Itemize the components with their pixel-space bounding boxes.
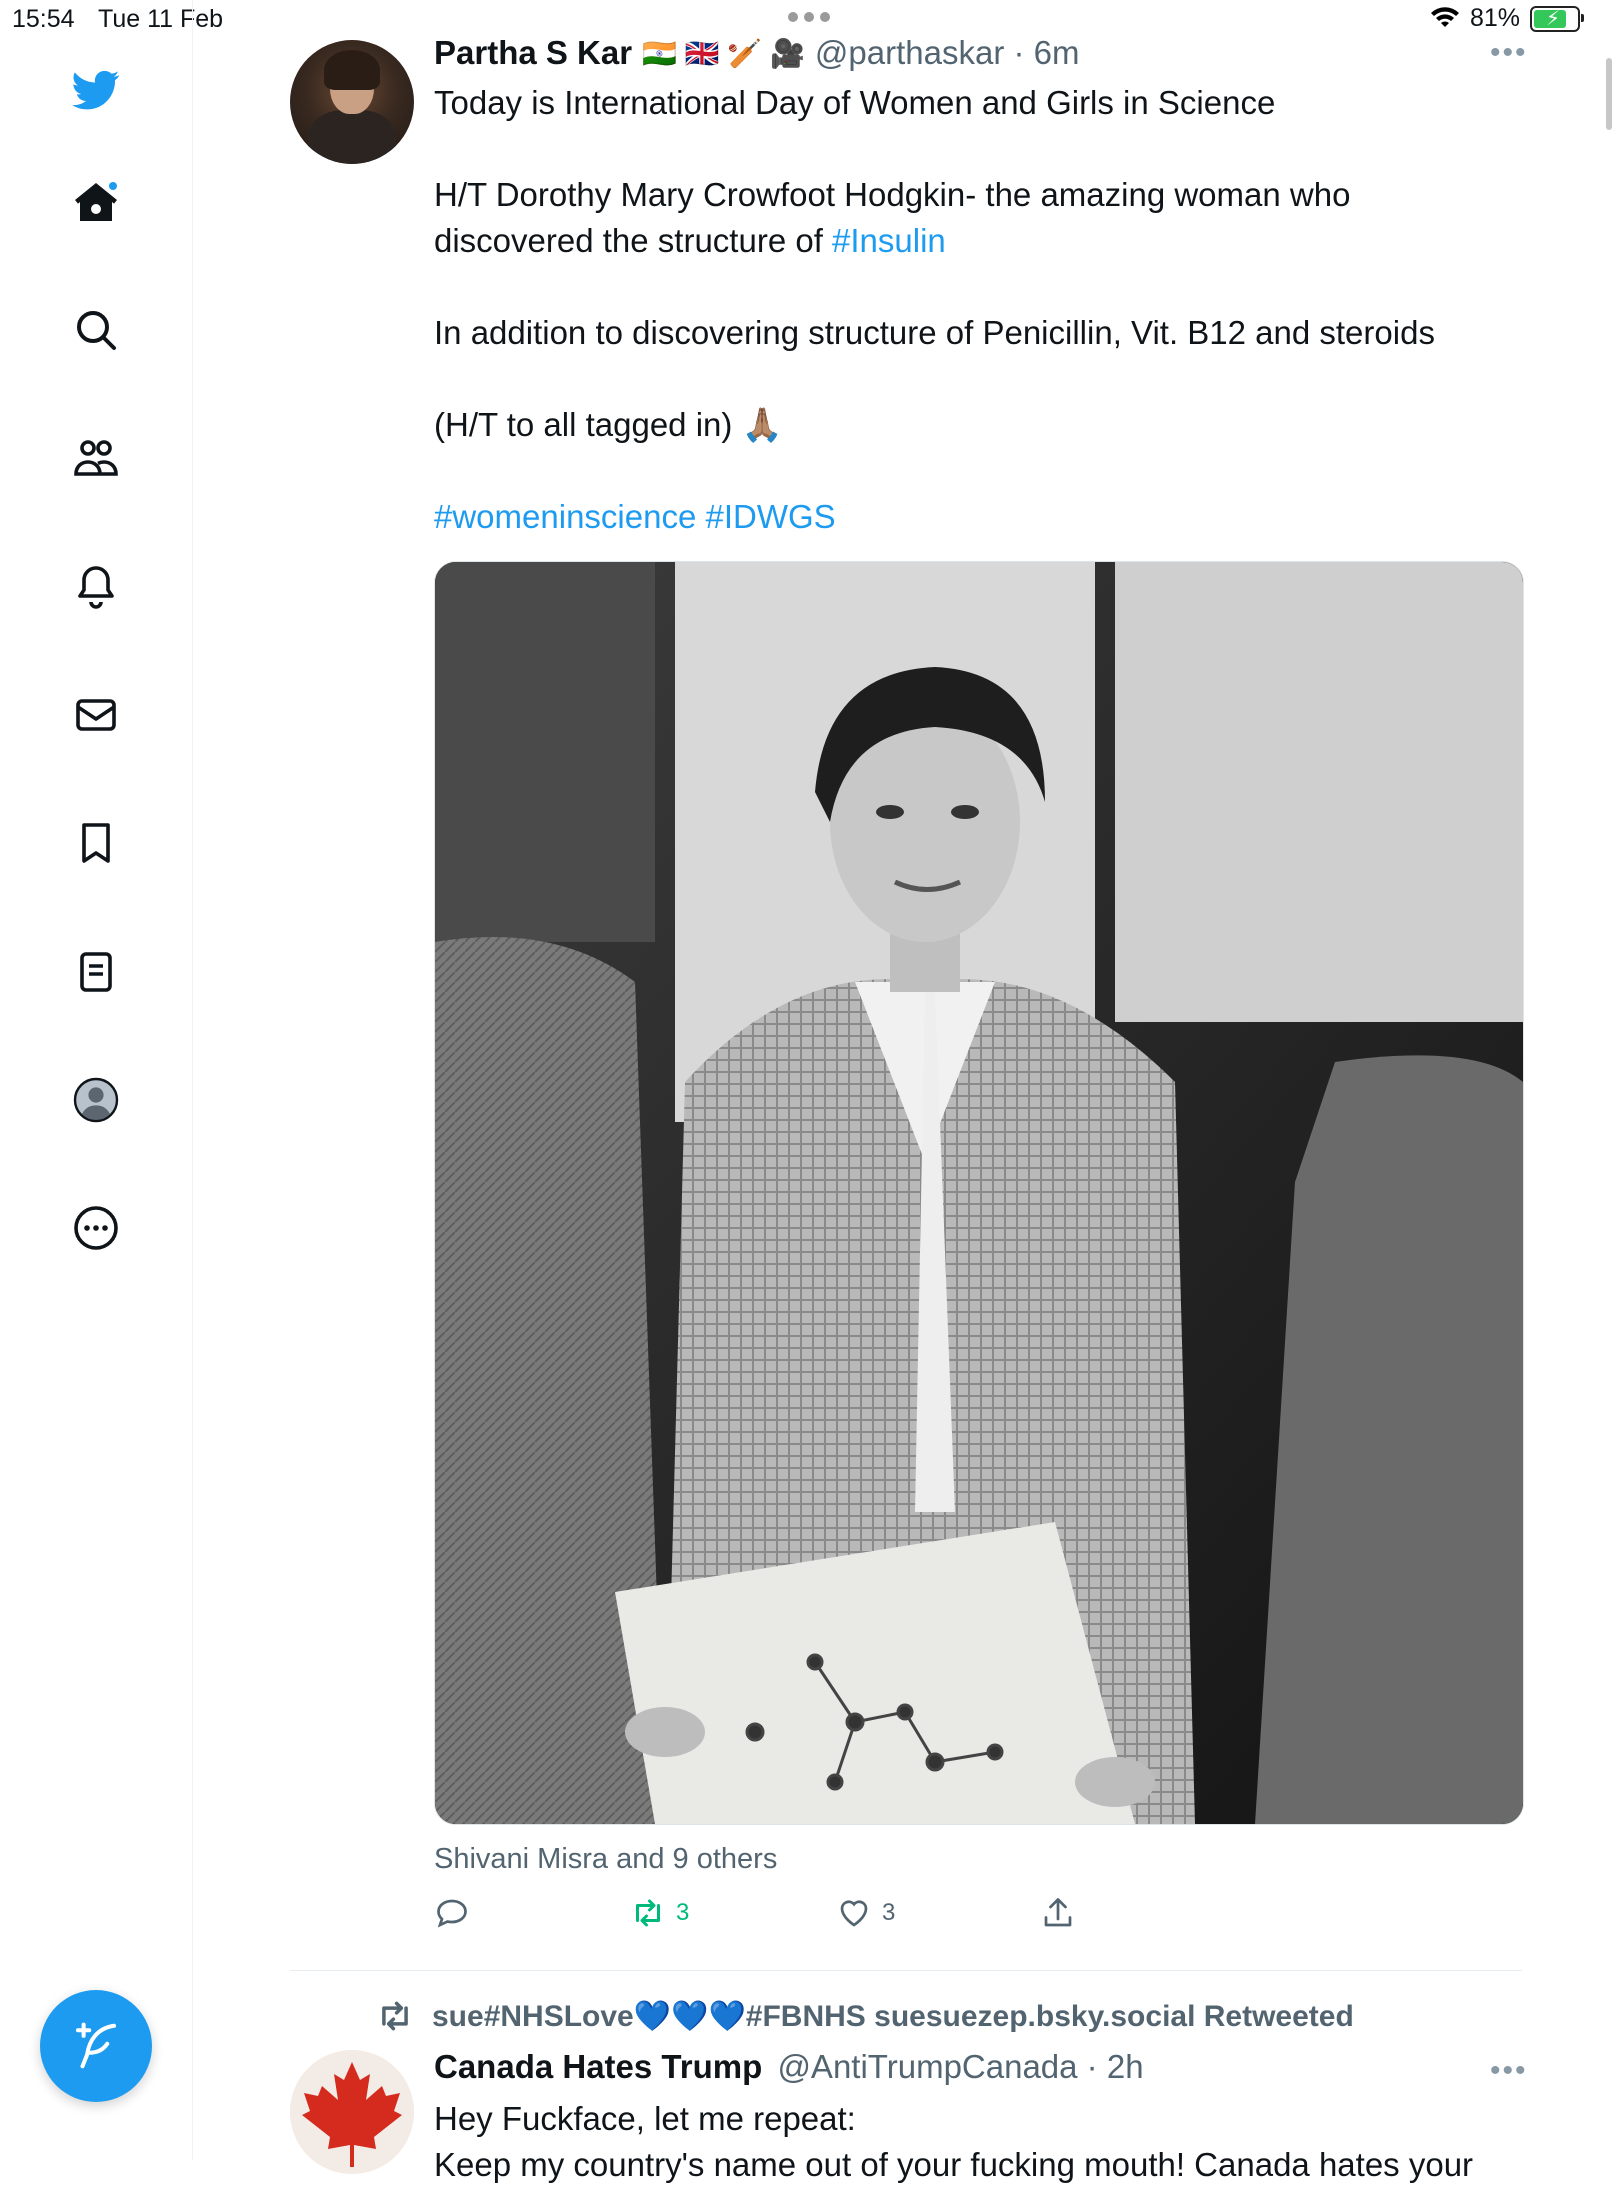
author-name[interactable]: Partha S Kar (434, 34, 632, 72)
compose-tweet-button[interactable] (40, 1990, 152, 2102)
author-emojis: 🇮🇳 🇬🇧 🏏 🎥 (642, 37, 805, 69)
maple-leaf-icon (290, 2050, 414, 2174)
retweet-count: 3 (676, 1899, 690, 1926)
sidebar-nav (0, 0, 193, 2160)
tweet-text: Today is International Day of Women and … (434, 80, 1514, 586)
multitasking-dots[interactable] (788, 12, 830, 22)
next-author-avatar[interactable] (290, 2050, 414, 2174)
next-tweet-line-1: Hey Fuckface, let me repeat: (434, 2100, 856, 2137)
like-button[interactable]: 3 (836, 1895, 895, 1931)
profile-icon[interactable] (68, 1072, 124, 1128)
battery-percent: 81% (1469, 4, 1520, 32)
wifi-icon (1430, 6, 1459, 27)
tweet-line-1: Today is International Day of Women and … (434, 84, 1276, 121)
next-tweet-more-button[interactable]: ••• (1490, 2054, 1528, 2088)
messages-icon[interactable] (68, 687, 124, 743)
next-author-handle-time[interactable]: @AntiTrumpCanada · 2h (777, 2048, 1143, 2085)
liked-by-text[interactable]: Shivani Misra and 9 others (434, 1843, 777, 1876)
heart-icon (840, 1900, 868, 1927)
tweet-photo[interactable] (434, 561, 1524, 1825)
next-tweet-line-2: Keep my country's name out of your fucki… (434, 2146, 1474, 2183)
search-icon[interactable] (68, 302, 124, 358)
hashtag-link[interactable]: #Insulin (832, 222, 946, 259)
next-tweet-header: Canada Hates Trump @AntiTrumpCanada · 2h (434, 2048, 1144, 2086)
share-icon (1044, 1898, 1072, 1927)
notifications-icon[interactable] (68, 558, 124, 614)
communities-icon[interactable] (68, 430, 124, 486)
lists-icon[interactable] (68, 944, 124, 1000)
next-author-name[interactable]: Canada Hates Trump (434, 2048, 762, 2085)
share-button[interactable] (1040, 1895, 1076, 1931)
retweeted-by[interactable]: sue#NHSLove💙💙💙#FBNHS suesuezep.bsky.soci… (376, 1997, 1354, 2035)
tweet-paragraph-2: H/T Dorothy Mary Crowfoot Hodgkin- the a… (434, 176, 1351, 259)
home-icon[interactable] (68, 175, 124, 231)
author-handle-time[interactable]: @parthaskar · 6m (815, 34, 1080, 72)
retweet-button[interactable]: 3 (630, 1895, 689, 1931)
retweet-icon (636, 1899, 660, 1927)
tweet-divider (290, 1970, 1522, 1971)
tweet-more-button[interactable]: ••• (1490, 36, 1528, 70)
like-count: 3 (882, 1899, 896, 1926)
hashtags-link[interactable]: #womeninscience #IDWGS (434, 494, 1514, 540)
author-avatar[interactable] (290, 40, 414, 164)
compose-tweet-icon (75, 2022, 117, 2069)
tweet-paragraph-4: (H/T to all tagged in) 🙏🏽 (434, 406, 783, 443)
bookmarks-icon[interactable] (68, 815, 124, 871)
reply-icon (437, 1899, 467, 1928)
more-icon[interactable] (68, 1200, 124, 1256)
tweet-paragraph-3: In addition to discovering structure of … (434, 314, 1435, 351)
scrollbar[interactable] (1606, 58, 1612, 130)
status-right: 81% ⚡ (1430, 4, 1584, 33)
tweet-actions: 3 3 (434, 1895, 1494, 1945)
next-tweet-text: Hey Fuckface, let me repeat: Keep my cou… (434, 2096, 1514, 2188)
tweet-header: Partha S Kar 🇮🇳 🇬🇧 🏏 🎥 @parthaskar · 6m (434, 34, 1079, 72)
reply-button[interactable] (434, 1895, 480, 1931)
retweeted-by-text: sue#NHSLove💙💙💙#FBNHS suesuezep.bsky.soci… (432, 1999, 1354, 2033)
twitter-logo-icon[interactable] (68, 62, 124, 118)
retweet-icon (382, 2001, 408, 2031)
battery-icon: ⚡ (1530, 5, 1584, 32)
